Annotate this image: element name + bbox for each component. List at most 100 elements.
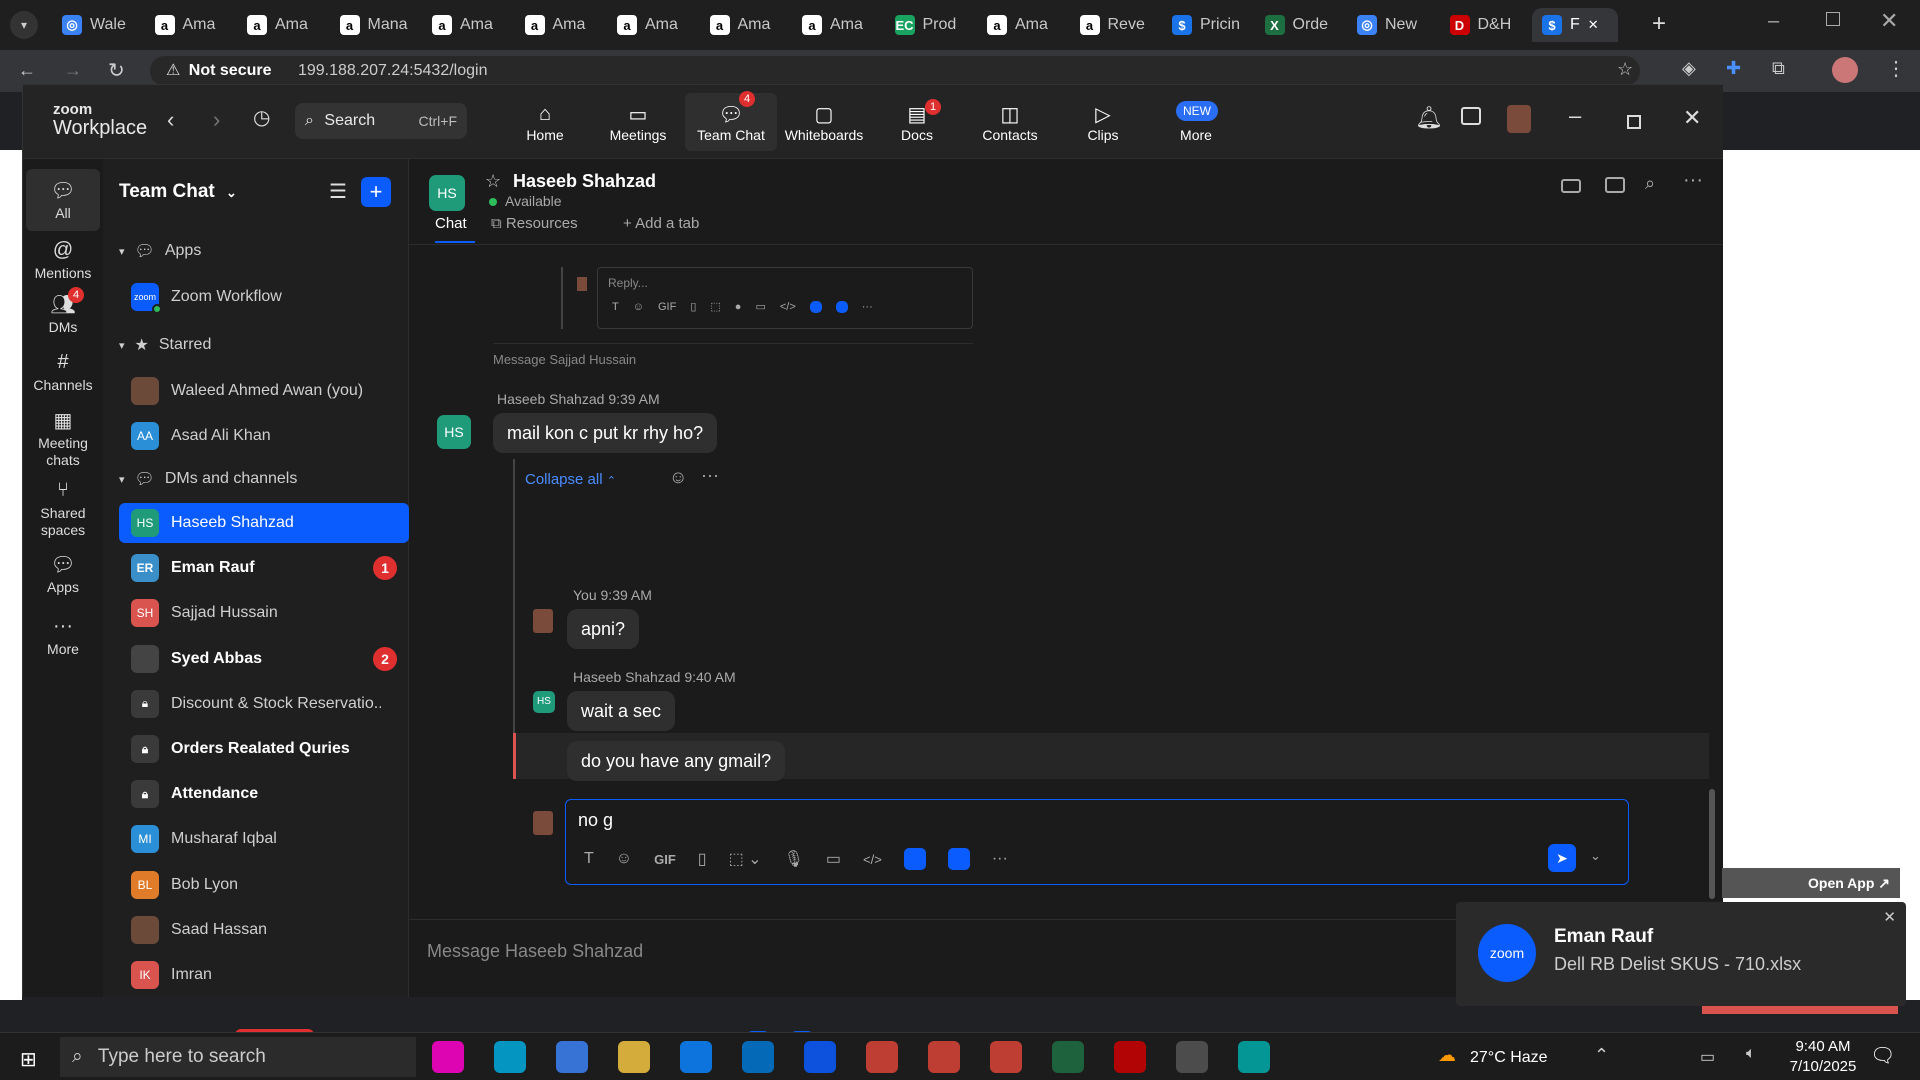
user-avatar[interactable] (1507, 105, 1531, 133)
sidebar-item-dm[interactable]: IK Imran (119, 955, 409, 995)
zoom-maximize-icon[interactable] (1627, 115, 1641, 129)
contact-avatar[interactable]: HS (429, 175, 465, 211)
url-field[interactable]: ⚠ Not secure 199.188.207.24:5432/login (150, 56, 1640, 86)
gif-icon[interactable]: GIF (654, 852, 676, 867)
rail-item-dms[interactable]: 👥︎ DMs 4 (26, 287, 100, 336)
reload-icon[interactable]: ↻ (108, 58, 125, 83)
app-icon[interactable] (903, 848, 926, 870)
file-explorer-icon[interactable] (618, 1041, 650, 1073)
windows-start-icon[interactable]: ⊞ (20, 1047, 37, 1072)
sidebar-item-dm[interactable]: Saad Hassan (119, 910, 409, 950)
sidebar-item-starred[interactable]: AA Asad Ali Khan (119, 416, 409, 456)
nav-contacts[interactable]: ◫ Contacts (964, 101, 1056, 144)
mic-icon[interactable]: 🎙︎ (784, 849, 804, 869)
sidebar-item-dm[interactable]: 🔒︎ Orders Realated Quries (119, 729, 409, 769)
sidebar-item-dm[interactable]: SH Sajjad Hussain (119, 593, 409, 633)
more-icon[interactable]: ··· (992, 850, 1008, 868)
format-text-icon[interactable]: T (584, 850, 594, 868)
emoji-icon[interactable]: ☺ (616, 850, 632, 868)
rail-item-mentions[interactable]: @ Mentions (26, 235, 100, 282)
code-icon[interactable]: </> (863, 852, 882, 867)
zoom-app-icon[interactable] (804, 1041, 836, 1073)
message-bubble[interactable]: mail kon c put kr rhy ho? (493, 413, 718, 453)
tab-search-button[interactable]: ▾ (10, 11, 38, 39)
send-button[interactable]: ➤ (1548, 844, 1576, 872)
file-icon[interactable]: ▯ (690, 300, 696, 313)
add-reaction-icon[interactable]: ☺ (669, 467, 687, 488)
search-icon[interactable]: ⌕ (1645, 173, 1655, 194)
back-icon[interactable]: ← (18, 60, 36, 81)
sender-name[interactable]: Haseeb Shahzad (497, 391, 604, 407)
browser-tab[interactable]: $ Pricin (1162, 8, 1250, 42)
browser-tab[interactable]: a Ama (977, 8, 1065, 42)
chrome-icon[interactable] (990, 1041, 1022, 1073)
rail-item-apps[interactable]: 💬︎ Apps (26, 549, 100, 596)
close-icon[interactable]: ✕ (1883, 908, 1896, 926)
file-icon[interactable]: ▯ (698, 849, 707, 869)
browser-tab[interactable]: a Ama (792, 8, 880, 42)
rail-item-more[interactable]: ··· More (26, 611, 100, 658)
task-view-icon[interactable] (494, 1041, 526, 1073)
scrollbar[interactable] (1709, 789, 1715, 899)
open-app-button[interactable]: Open App ↗ (1808, 875, 1890, 892)
forward-icon[interactable]: › (213, 107, 220, 133)
app-icon[interactable] (947, 848, 970, 870)
store-icon[interactable] (680, 1041, 712, 1073)
browser-tab[interactable]: a Ama (145, 8, 233, 42)
excel-icon[interactable] (1052, 1041, 1084, 1073)
sidebar-item-dm[interactable]: ER Eman Rauf 1 (119, 548, 409, 588)
extensions-puzzle-icon[interactable]: ⧉ (1772, 58, 1785, 79)
share-screen-icon[interactable] (1605, 177, 1625, 193)
tab-resources[interactable]: ⧉ Resources (491, 215, 578, 232)
mic-icon[interactable]: ● (735, 301, 742, 313)
notification-toast[interactable]: zoom Eman Rauf Dell RB Delist SKUS - 710… (1456, 902, 1906, 1006)
browser-tab[interactable]: a Ama (515, 8, 603, 42)
calculator-icon[interactable] (1176, 1041, 1208, 1073)
window-minimize-icon[interactable]: – (1768, 10, 1779, 33)
filezilla-icon[interactable] (1114, 1041, 1146, 1073)
tab-chat[interactable]: Chat (435, 215, 475, 243)
sidebar-title[interactable]: Team Chat ⌄ (119, 181, 237, 203)
nav-clips[interactable]: ▷ Clips (1057, 101, 1149, 144)
video-icon[interactable]: ▭ (755, 300, 765, 313)
code-icon[interactable]: </> (780, 301, 796, 313)
nav-home[interactable]: ⌂ Home (499, 101, 591, 144)
browser-tab[interactable]: a Reve (1070, 8, 1158, 42)
sidebar-item-dm[interactable]: 🔒︎ Attendance (119, 774, 409, 814)
message-bubble[interactable]: wait a sec (567, 691, 676, 731)
window-restore-icon[interactable] (1826, 12, 1840, 26)
browser-tab[interactable]: X Orde (1255, 8, 1343, 42)
composer-placeholder[interactable]: Message Haseeb Shahzad (427, 941, 643, 962)
browser-tab[interactable]: EC Prod (885, 8, 973, 42)
rail-item-all[interactable]: 💬︎ All (26, 169, 100, 231)
new-chat-button[interactable]: + (361, 177, 391, 207)
emoji-icon[interactable]: ☺ (633, 301, 644, 313)
contact-name[interactable]: Haseeb Shahzad (513, 171, 656, 192)
browser-tab[interactable]: a Mana (330, 8, 418, 42)
format-text-icon[interactable]: T (612, 301, 619, 313)
sidebar-item-dm[interactable]: MI Musharaf Iqbal (119, 819, 409, 859)
tab-add[interactable]: + Add a tab (623, 215, 699, 232)
gif-icon[interactable]: GIF (658, 301, 676, 313)
tray-chevron-icon[interactable]: ⌃ (1594, 1045, 1609, 1066)
screenshot-icon[interactable]: ⬚ (710, 300, 720, 313)
filter-icon[interactable]: ☰ (329, 179, 347, 204)
section-apps[interactable]: ▾ 💬︎ Apps (119, 241, 201, 261)
video-call-icon[interactable] (1561, 179, 1581, 193)
volume-icon[interactable]: 🔈︎ (1746, 1045, 1756, 1063)
collapse-all-link[interactable]: Collapse all ⌃ (525, 471, 616, 488)
app-icon[interactable] (835, 300, 848, 313)
taskbar-search[interactable]: ⌕ Type here to search (60, 1037, 416, 1077)
nav-meetings[interactable]: ▭ Meetings (592, 101, 684, 144)
star-outline-icon[interactable]: ☆ (485, 171, 501, 192)
clock[interactable]: 9:40 AM 7/10/2025 (1770, 1037, 1876, 1077)
nav-whiteboards[interactable]: ▢ Whiteboards (778, 101, 870, 144)
sidebar-item-dm[interactable]: 🔒︎ Discount & Stock Reservatio... (119, 684, 409, 724)
browser-tab[interactable]: a Ama (607, 8, 695, 42)
browser-tab[interactable]: a Ama (700, 8, 788, 42)
sidebar-item-zoom-workflow[interactable]: zoom Zoom Workflow (119, 277, 409, 317)
chrome-icon[interactable] (866, 1041, 898, 1073)
zoom-minimize-icon[interactable]: – (1569, 103, 1581, 129)
notifications-bell-icon[interactable]: 🔔︎ (1415, 105, 1443, 131)
app-icon[interactable] (809, 300, 822, 313)
